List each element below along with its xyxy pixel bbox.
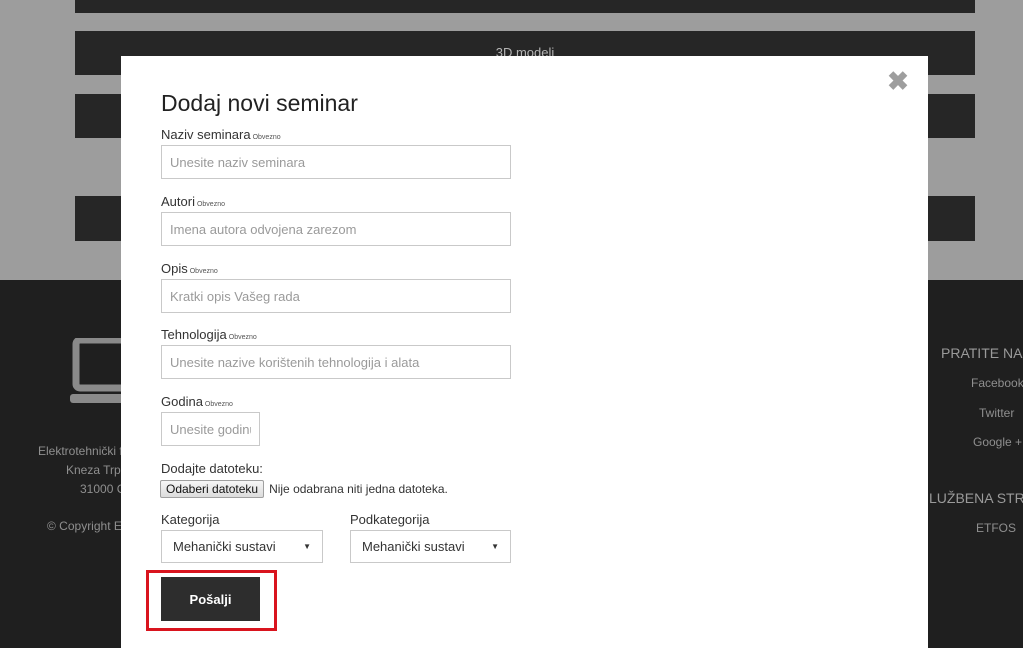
kategorija-selected: Mehanički sustavi	[173, 539, 276, 554]
footer-link-facebook[interactable]: Facebook	[971, 376, 1023, 390]
podkategorija-selected: Mehanički sustavi	[362, 539, 465, 554]
nav-bar[interactable]	[75, 0, 975, 13]
podkategorija-label: Podkategorija	[350, 512, 430, 527]
footer-address: Kneza Trpi	[66, 463, 124, 477]
footer-link-twitter[interactable]: Twitter	[979, 406, 1014, 420]
submit-button[interactable]: Pošalji	[161, 577, 260, 621]
required-tag: Obvezno	[252, 134, 281, 141]
opis-input[interactable]	[161, 279, 511, 313]
kategorija-label: Kategorija	[161, 512, 220, 527]
required-tag: Obvezno	[189, 268, 218, 275]
autori-input[interactable]	[161, 212, 511, 246]
kategorija-select[interactable]: Mehanički sustavi ▼	[161, 530, 323, 563]
file-label: Dodajte datoteku:	[161, 461, 263, 476]
modal-title: Dodaj novi seminar	[161, 90, 358, 116]
footer-link-etfos[interactable]: ETFOS	[976, 521, 1016, 535]
naziv-seminara-input[interactable]	[161, 145, 511, 179]
podkategorija-select[interactable]: Mehanički sustavi ▼	[350, 530, 511, 563]
godina-label: Godina Obvezno	[161, 394, 233, 409]
required-tag: Obvezno	[228, 334, 257, 341]
footer-copyright: © Copyright E	[47, 519, 122, 533]
file-picker: Odaberi datoteku Nije odabrana niti jedn…	[160, 480, 448, 498]
required-tag: Obvezno	[196, 201, 225, 208]
naziv-label: Naziv seminara Obvezno	[161, 127, 281, 142]
file-status: Nije odabrana niti jedna datoteka.	[269, 482, 448, 496]
footer-link-google-plus[interactable]: Google +	[973, 435, 1022, 449]
footer-address: Elektrotehnički f	[38, 444, 123, 458]
tehnologija-input[interactable]	[161, 345, 511, 379]
autori-label: Autori Obvezno	[161, 194, 225, 209]
choose-file-button[interactable]: Odaberi datoteku	[160, 480, 265, 498]
add-seminar-modal: ✖ Dodaj novi seminar Naziv seminara Obvez…	[121, 56, 928, 648]
required-tag: Obvezno	[204, 401, 233, 408]
opis-label: Opis Obvezno	[161, 261, 218, 276]
godina-input[interactable]	[161, 412, 260, 446]
tehnologija-label: Tehnologija Obvezno	[161, 327, 257, 342]
footer-official-heading: LUŽBENA STR	[929, 490, 1023, 506]
footer-address: 31000 C	[80, 482, 126, 496]
caret-down-icon: ▼	[491, 542, 499, 551]
close-icon[interactable]: ✖	[887, 68, 909, 94]
caret-down-icon: ▼	[303, 542, 311, 551]
footer-follow-heading: PRATITE NA	[941, 345, 1023, 361]
